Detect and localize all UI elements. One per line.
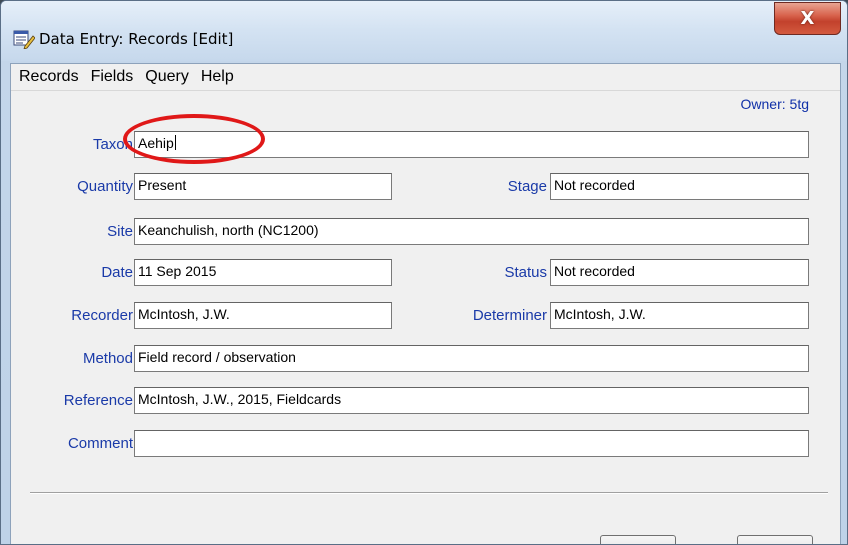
reference-field[interactable]: McIntosh, J.W., 2015, Fieldcards — [134, 387, 809, 414]
site-field[interactable]: Keanchulish, north (NC1200) — [134, 218, 809, 245]
form-separator — [30, 492, 828, 494]
menu-help[interactable]: Help — [200, 68, 235, 86]
menu-fields[interactable]: Fields — [90, 68, 135, 86]
method-label: Method — [82, 350, 133, 367]
text-caret — [174, 135, 176, 150]
owner-label: Owner: 5tg — [740, 96, 809, 112]
close-icon: X — [800, 8, 815, 29]
title-bar[interactable]: Data Entry: Records [Edit] X — [1, 1, 847, 61]
comment-label: Comment — [67, 435, 133, 452]
stage-label: Stage — [507, 178, 547, 195]
menu-records[interactable]: Records — [18, 68, 80, 86]
window-title: Data Entry: Records [Edit] — [39, 30, 234, 48]
comment-field[interactable] — [134, 430, 809, 457]
menu-bar: Records Fields Query Help — [11, 64, 840, 91]
site-label: Site — [107, 223, 133, 240]
taxon-field[interactable]: Aehip — [134, 131, 809, 158]
reference-label: Reference — [63, 392, 133, 409]
quantity-label: Quantity — [77, 178, 133, 195]
window-close-button[interactable]: X — [774, 2, 841, 35]
close-button[interactable]: Close — [737, 535, 813, 544]
data-entry-window: Data Entry: Records [Edit] X Records Fie… — [0, 0, 848, 545]
determiner-field[interactable]: McIntosh, J.W. — [550, 302, 809, 329]
date-field[interactable]: 11 Sep 2015 — [134, 259, 392, 286]
determiner-label: Determiner — [472, 307, 547, 324]
taxon-value: Aehip — [138, 135, 174, 151]
quantity-field[interactable]: Present — [134, 173, 392, 200]
method-field[interactable]: Field record / observation — [134, 345, 809, 372]
taxon-label: Taxon — [92, 136, 133, 153]
date-label: Date — [101, 264, 133, 281]
menu-query[interactable]: Query — [144, 68, 190, 86]
stage-field[interactable]: Not recorded — [550, 173, 809, 200]
recorder-field[interactable]: McIntosh, J.W. — [134, 302, 392, 329]
data-entry-form-icon — [13, 30, 35, 49]
recorder-label: Recorder — [71, 307, 133, 324]
save-button[interactable]: Save — [600, 535, 676, 544]
form-client-area: Records Fields Query Help Owner: 5tg Tax… — [10, 63, 841, 544]
status-field[interactable]: Not recorded — [550, 259, 809, 286]
status-label: Status — [504, 264, 547, 281]
